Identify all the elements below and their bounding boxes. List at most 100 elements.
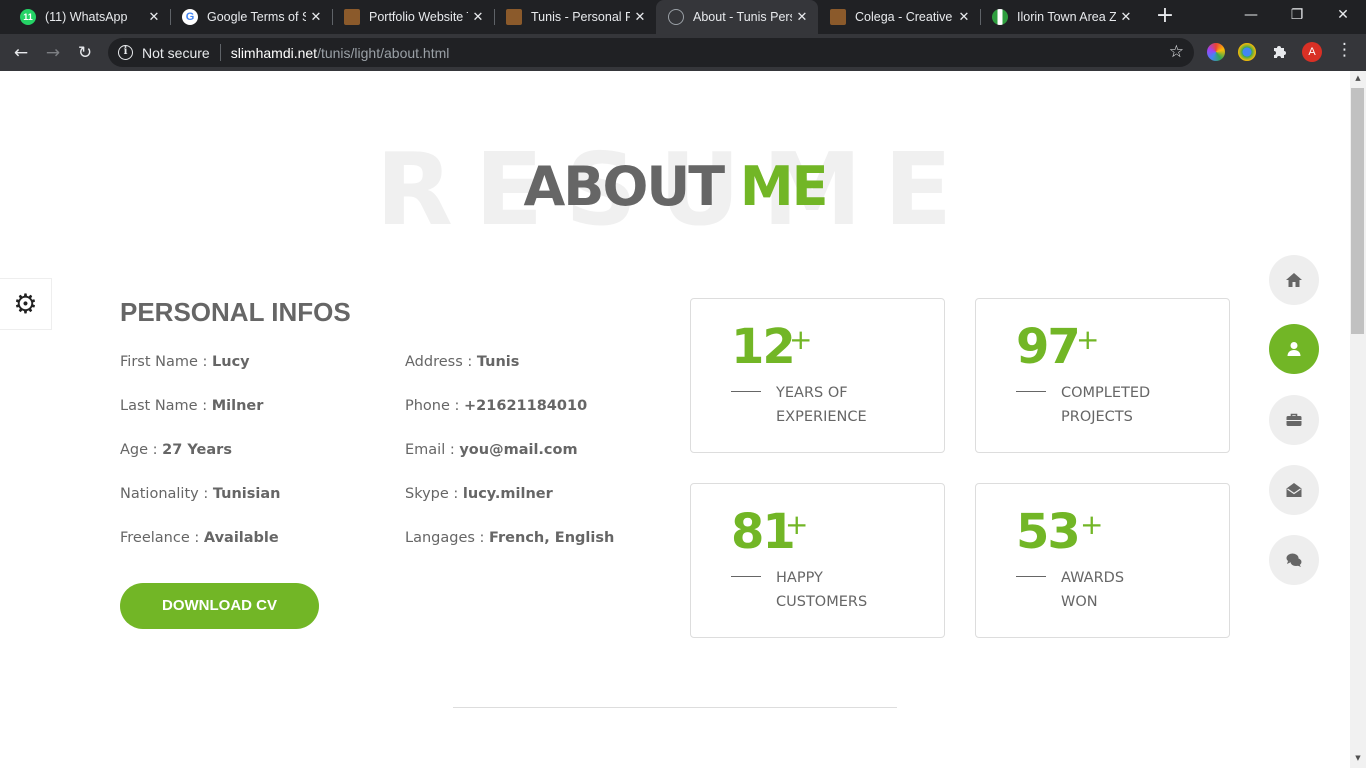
stat-label-line: CUSTOMERS bbox=[776, 594, 868, 610]
close-tab-icon[interactable]: ✕ bbox=[954, 9, 974, 25]
omnibox-divider bbox=[219, 44, 221, 61]
nav-about[interactable] bbox=[1269, 324, 1319, 374]
close-tab-icon[interactable]: ✕ bbox=[306, 9, 326, 25]
info-label: Freelance : bbox=[120, 530, 200, 546]
restore-button[interactable]: ❐ bbox=[1274, 0, 1320, 30]
tab-title: Colega - Creative P bbox=[855, 10, 954, 24]
info-label: Email : bbox=[405, 442, 455, 458]
info-label: Langages : bbox=[405, 530, 485, 546]
info-nationality: Nationality : Tunisian bbox=[120, 486, 280, 502]
close-tab-icon[interactable]: ✕ bbox=[792, 9, 812, 25]
nav-portfolio[interactable] bbox=[1269, 395, 1319, 445]
reload-button[interactable]: ↻ bbox=[72, 40, 98, 66]
info-value: Available bbox=[203, 530, 279, 546]
info-label: Nationality : bbox=[120, 486, 209, 502]
close-tab-icon[interactable]: ✕ bbox=[468, 9, 488, 25]
close-window-button[interactable]: ✕ bbox=[1320, 0, 1366, 30]
stat-divider bbox=[731, 576, 761, 577]
new-tab-button[interactable]: + bbox=[1153, 4, 1177, 30]
tab-title: Portfolio Website T bbox=[369, 10, 468, 24]
stat-label-line: WON bbox=[1061, 594, 1098, 610]
stat-divider bbox=[1016, 576, 1046, 577]
close-tab-icon[interactable]: ✕ bbox=[144, 9, 164, 25]
page-content: RESUME ABOUT ME ⚙ PERSONAL INFOS First N… bbox=[0, 71, 1350, 768]
info-label: Skype : bbox=[405, 486, 459, 502]
security-label[interactable]: Not secure bbox=[142, 45, 210, 61]
site-favicon-icon bbox=[830, 9, 846, 25]
tab-tunis-personal[interactable]: Tunis - Personal Po ✕ bbox=[494, 0, 656, 34]
back-button[interactable]: ← bbox=[8, 40, 34, 66]
gear-icon: ⚙ bbox=[13, 288, 38, 320]
info-value: Lucy bbox=[212, 354, 250, 370]
user-icon bbox=[1287, 342, 1301, 356]
info-icon[interactable]: i bbox=[118, 45, 133, 60]
stat-label-line: HAPPY bbox=[776, 570, 823, 586]
info-email: Email : you@mail.com bbox=[405, 442, 578, 458]
tab-about-tunis[interactable]: About - Tunis Pers ✕ bbox=[656, 0, 818, 34]
section-divider bbox=[453, 707, 897, 708]
stat-label-line: PROJECTS bbox=[1061, 409, 1133, 425]
tab-title: Ilorin Town Area Zi bbox=[1017, 10, 1116, 24]
info-last-name: Last Name : Milner bbox=[120, 398, 263, 414]
stat-divider bbox=[731, 391, 761, 392]
info-label: Address : bbox=[405, 354, 473, 370]
stat-label: YEARS OF EXPERIENCE bbox=[776, 381, 867, 429]
info-value: Tunisian bbox=[212, 486, 281, 502]
tab-title: (11) WhatsApp bbox=[45, 10, 128, 24]
address-bar[interactable]: i Not secure slimhamdi.net /tunis/light/… bbox=[108, 38, 1194, 67]
scrollbar-thumb[interactable] bbox=[1351, 88, 1364, 334]
info-age: Age : 27 Years bbox=[120, 442, 232, 458]
stat-divider bbox=[1016, 391, 1046, 392]
info-label: Age : bbox=[120, 442, 158, 458]
stat-plus: + bbox=[1080, 508, 1104, 541]
stat-card-experience: 12 + YEARS OF EXPERIENCE bbox=[690, 298, 945, 453]
forward-button[interactable]: → bbox=[40, 40, 66, 66]
url-host[interactable]: slimhamdi.net bbox=[231, 45, 317, 61]
close-tab-icon[interactable]: ✕ bbox=[630, 9, 650, 25]
stat-label: COMPLETED PROJECTS bbox=[1061, 381, 1150, 429]
bookmark-star-icon[interactable]: ☆ bbox=[1169, 42, 1184, 62]
scroll-up-arrow-icon[interactable]: ▲ bbox=[1353, 73, 1363, 83]
stat-plus: + bbox=[789, 323, 813, 356]
minimize-button[interactable]: — bbox=[1228, 0, 1274, 30]
info-first-name: First Name : Lucy bbox=[120, 354, 250, 370]
nigeria-flag-icon bbox=[992, 9, 1008, 25]
info-value: 27 Years bbox=[162, 442, 232, 458]
nav-contact[interactable] bbox=[1269, 465, 1319, 515]
stat-plus: + bbox=[785, 508, 809, 541]
puzzle-extensions-icon[interactable] bbox=[1270, 43, 1288, 61]
extension-icon[interactable] bbox=[1238, 43, 1256, 61]
tab-portfolio-website[interactable]: Portfolio Website T ✕ bbox=[332, 0, 494, 34]
briefcase-icon bbox=[1286, 413, 1302, 426]
url-path[interactable]: /tunis/light/about.html bbox=[317, 45, 449, 61]
info-value: lucy.milner bbox=[462, 486, 553, 502]
color-extension-icon[interactable] bbox=[1207, 43, 1225, 61]
tab-whatsapp[interactable]: 11 (11) WhatsApp ✕ bbox=[8, 0, 170, 34]
site-favicon-icon bbox=[506, 9, 522, 25]
info-address: Address : Tunis bbox=[405, 354, 519, 370]
globe-icon bbox=[668, 9, 684, 25]
whatsapp-icon: 11 bbox=[20, 9, 36, 25]
stat-label: AWARDS WON bbox=[1061, 566, 1124, 614]
info-value: Milner bbox=[211, 398, 264, 414]
theme-settings-button[interactable]: ⚙ bbox=[0, 278, 52, 330]
browser-menu-icon[interactable]: ⋮ bbox=[1336, 40, 1353, 60]
tab-ilorin[interactable]: Ilorin Town Area Zi ✕ bbox=[980, 0, 1142, 34]
tab-colega[interactable]: Colega - Creative P ✕ bbox=[818, 0, 980, 34]
title-accent: ME bbox=[739, 155, 829, 218]
info-label: First Name : bbox=[120, 354, 208, 370]
nav-home[interactable] bbox=[1269, 255, 1319, 305]
stat-label: HAPPY CUSTOMERS bbox=[776, 566, 867, 614]
info-value: French, English bbox=[489, 530, 615, 546]
download-cv-button[interactable]: DOWNLOAD CV bbox=[120, 583, 319, 629]
tab-strip: 11 (11) WhatsApp ✕ G Google Terms of S ✕… bbox=[0, 0, 1366, 34]
profile-avatar[interactable]: A bbox=[1302, 42, 1322, 62]
close-tab-icon[interactable]: ✕ bbox=[1116, 9, 1136, 25]
info-phone: Phone : +21621184010 bbox=[405, 398, 587, 414]
tab-google-terms[interactable]: G Google Terms of S ✕ bbox=[170, 0, 332, 34]
info-label: Last Name : bbox=[120, 398, 208, 414]
scroll-down-arrow-icon[interactable]: ▼ bbox=[1353, 753, 1363, 763]
info-value: Tunis bbox=[476, 354, 520, 370]
nav-blog[interactable] bbox=[1269, 535, 1319, 585]
info-value: you@mail.com bbox=[459, 442, 578, 458]
